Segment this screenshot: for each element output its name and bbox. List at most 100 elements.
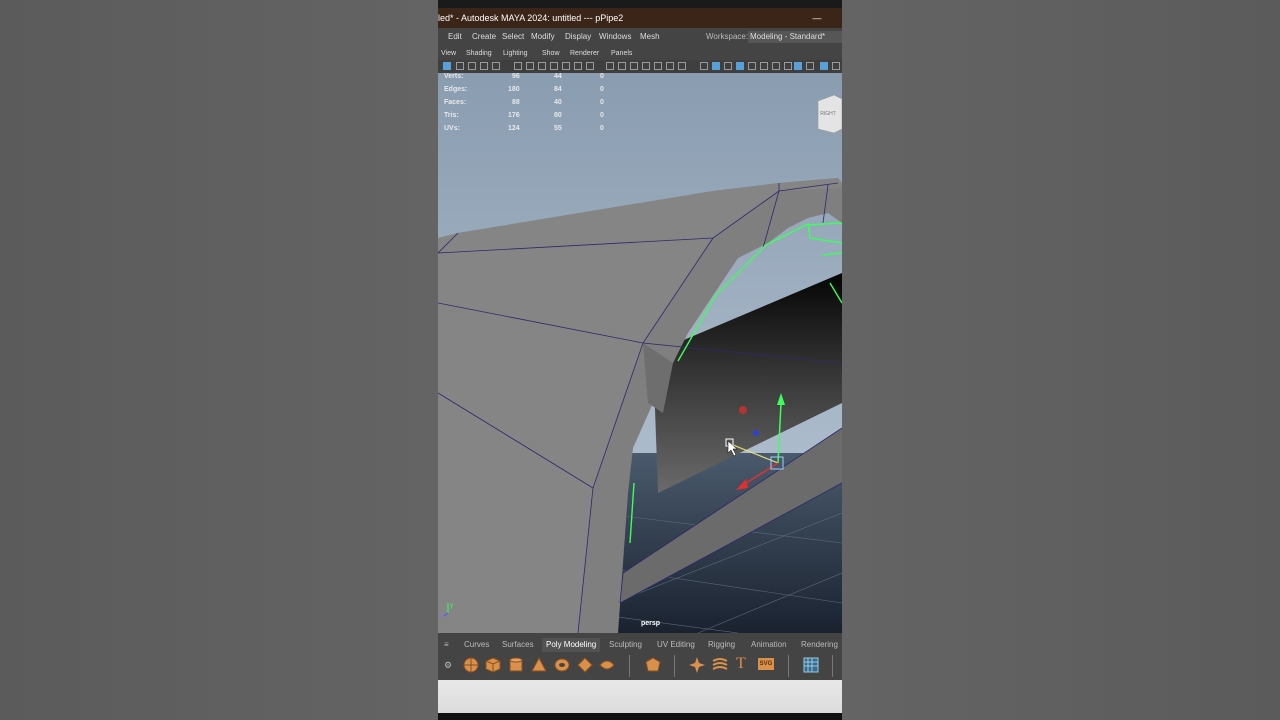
blue-pivot-icon [753, 430, 759, 436]
workspace-label: Workspace: [706, 32, 749, 41]
image-plane-icon[interactable] [480, 62, 488, 70]
view-cube-label: RIGHT [820, 111, 836, 117]
menu-create[interactable]: Create [472, 28, 496, 46]
xray-icon[interactable] [712, 62, 720, 70]
lock-camera-icon[interactable] [456, 62, 464, 70]
shelf-separator [832, 655, 833, 677]
hud-icon[interactable] [806, 62, 814, 70]
shelf-separator [788, 655, 789, 677]
flat-shade-icon[interactable] [642, 62, 650, 70]
hud-value: 96 [512, 73, 520, 80]
menu-mesh[interactable]: Mesh [640, 28, 660, 46]
tab-poly-modeling[interactable]: Poly Modeling [542, 638, 601, 652]
shelf-menu-icon[interactable]: ≡ [444, 638, 449, 652]
lighting-icon[interactable] [736, 62, 744, 70]
mesh-icon[interactable] [712, 657, 728, 673]
cone-icon[interactable] [531, 657, 547, 673]
hud-value: 55 [554, 125, 562, 132]
hud-label: Edges: [444, 86, 468, 93]
resolution-gate-icon[interactable] [538, 62, 546, 70]
shelf-toolbar: ⚙ T SVG [438, 652, 842, 680]
workspace-dropdown[interactable]: Modeling - Standard* [748, 31, 842, 43]
menu-display[interactable]: Display [565, 28, 591, 46]
tab-rigging[interactable]: Rigging [708, 638, 735, 652]
smooth-shade-icon[interactable] [630, 62, 638, 70]
tab-uv-editing[interactable]: UV Editing [657, 638, 695, 652]
gate-mask-icon[interactable] [550, 62, 558, 70]
isolate-icon[interactable] [794, 62, 802, 70]
wireframe-icon[interactable] [618, 62, 626, 70]
right-letterbox [842, 0, 1280, 720]
shadows-icon[interactable] [748, 62, 756, 70]
sphere-icon[interactable] [463, 657, 479, 673]
hud-value: 0 [600, 112, 604, 119]
panel-menu-panels[interactable]: Panels [611, 48, 632, 60]
menu-edit[interactable]: Edit [448, 28, 462, 46]
shelf-settings-icon[interactable]: ⚙ [444, 660, 452, 671]
select-camera-icon[interactable] [443, 62, 451, 70]
field-chart-icon[interactable] [562, 62, 570, 70]
panel-menu-shading[interactable]: Shading [466, 48, 492, 60]
menu-select[interactable]: Select [502, 28, 524, 46]
wireframe-on-shaded-icon[interactable] [700, 62, 708, 70]
torus-icon[interactable] [554, 657, 570, 673]
hud-value: 180 [508, 86, 520, 93]
camera-attr-icon[interactable] [514, 62, 522, 70]
hud-row-verts: Verts: 96 44 0 [444, 73, 614, 86]
tab-surfaces[interactable]: Surfaces [502, 638, 534, 652]
uv-grid-icon[interactable] [803, 657, 819, 673]
panel-menu-view[interactable]: View [441, 48, 456, 60]
safe-title-icon[interactable] [586, 62, 594, 70]
tab-animation[interactable]: Animation [751, 638, 787, 652]
shelf-separator [674, 655, 675, 677]
plane-icon[interactable] [577, 657, 593, 673]
hud-label: Verts: [444, 73, 464, 80]
film-gate-icon[interactable] [526, 62, 534, 70]
color-management-icon[interactable] [832, 62, 840, 70]
grid-icon[interactable] [606, 62, 614, 70]
bounding-box-icon[interactable] [654, 62, 662, 70]
grease-pencil-icon[interactable] [492, 62, 500, 70]
bottom-panel [438, 680, 842, 713]
scene-render[interactable]: RIGHT y z [438, 73, 842, 633]
bookmark-icon[interactable] [468, 62, 476, 70]
safe-action-icon[interactable] [574, 62, 582, 70]
view-cube[interactable]: RIGHT [817, 94, 842, 134]
sweep-icon[interactable] [689, 657, 705, 673]
platonic-icon[interactable] [645, 657, 661, 673]
minimize-button[interactable]: — [810, 8, 824, 28]
textured-icon[interactable] [724, 62, 732, 70]
hud-value: 40 [554, 99, 562, 106]
bottom-strip [438, 713, 842, 720]
hud-value: 44 [554, 73, 562, 80]
ambient-occlusion-icon[interactable] [760, 62, 768, 70]
tab-curves[interactable]: Curves [464, 638, 489, 652]
points-icon[interactable] [666, 62, 674, 70]
hud-value: 0 [600, 125, 604, 132]
menu-modify[interactable]: Modify [531, 28, 555, 46]
tab-sculpting[interactable]: Sculpting [609, 638, 642, 652]
svg-icon[interactable]: SVG [758, 658, 774, 670]
main-menu-bar: Edit Create Select Modify Display Window… [438, 28, 842, 46]
hud-value: 88 [512, 99, 520, 106]
motion-blur-icon[interactable] [772, 62, 780, 70]
cylinder-icon[interactable] [508, 657, 524, 673]
hud-value: 0 [600, 86, 604, 93]
tab-rendering[interactable]: Rendering [801, 638, 838, 652]
disc-icon[interactable] [599, 657, 615, 673]
panel-menu-show[interactable]: Show [542, 48, 560, 60]
panel-menu-lighting[interactable]: Lighting [503, 48, 528, 60]
render-view-icon[interactable] [820, 62, 828, 70]
anti-aliasing-icon[interactable] [784, 62, 792, 70]
isolate-select-icon[interactable] [678, 62, 686, 70]
hud-row-faces: Faces: 88 40 0 [444, 99, 614, 112]
text-icon[interactable]: T [736, 655, 746, 673]
cube-icon[interactable] [485, 657, 501, 673]
hud-value: 84 [554, 86, 562, 93]
perspective-viewport[interactable]: RIGHT y z Verts: 96 44 0 Edges: 180 84 0 [438, 73, 842, 633]
menu-windows[interactable]: Windows [599, 28, 631, 46]
panel-menu-renderer[interactable]: Renderer [570, 48, 599, 60]
shelf-tabs: ≡ Curves Surfaces Poly Modeling Sculptin… [438, 638, 842, 652]
hud-value: 0 [600, 73, 604, 80]
hud-value: 0 [600, 99, 604, 106]
